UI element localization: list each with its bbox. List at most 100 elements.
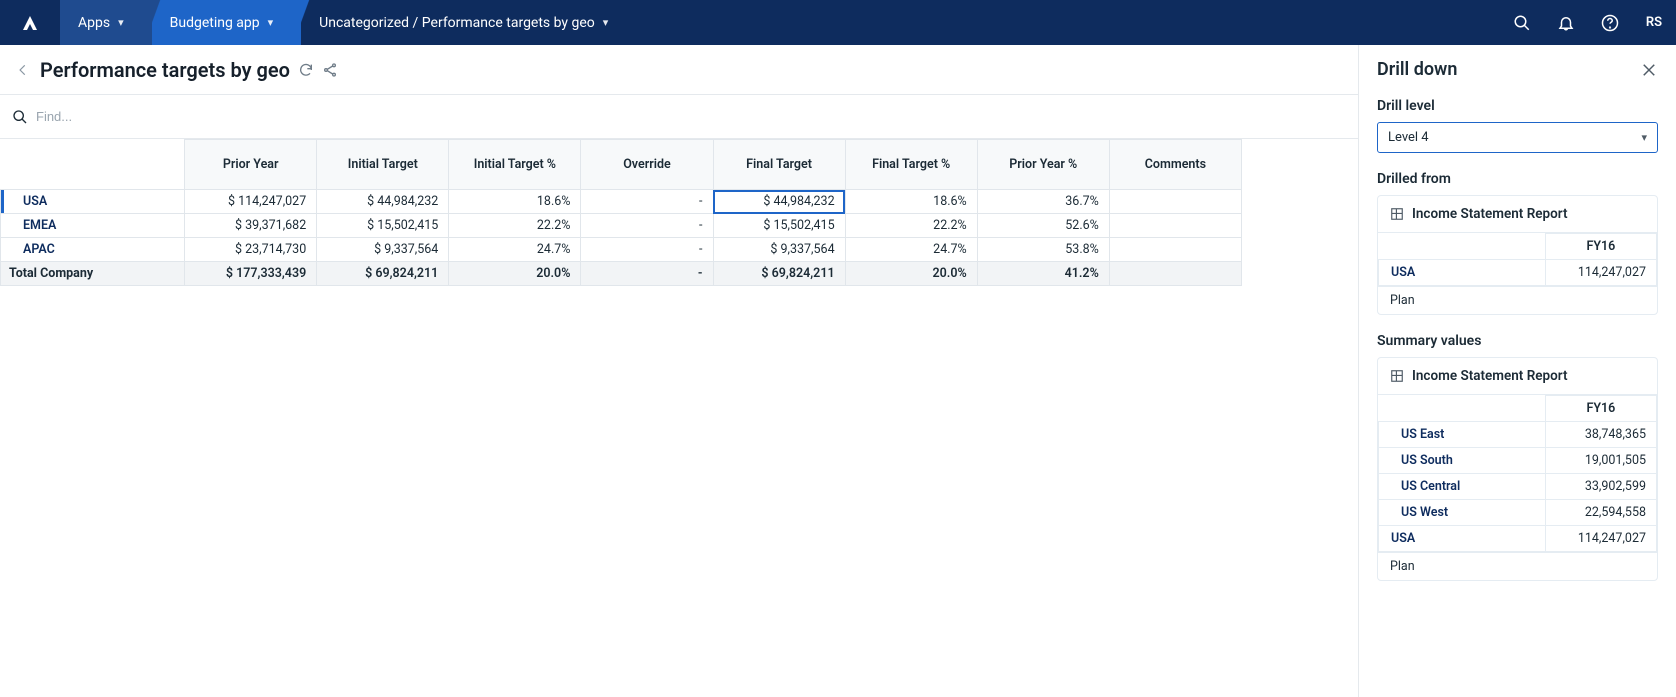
mini-total-value: 114,247,027 [1545, 526, 1656, 552]
refresh-icon[interactable] [298, 62, 314, 78]
panel-title: Drill down [1377, 59, 1457, 80]
cell[interactable]: 22.2% [845, 214, 977, 238]
cell[interactable]: $ 44,984,232 [317, 190, 449, 214]
cell[interactable] [1109, 238, 1241, 262]
page-title: Performance targets by geo [40, 58, 338, 82]
row-header[interactable]: EMEA [1, 214, 185, 238]
cell[interactable]: $ 69,824,211 [317, 262, 449, 286]
cell[interactable]: - [581, 190, 713, 214]
mini-row-value: 114,247,027 [1545, 260, 1656, 286]
cell[interactable]: 24.7% [449, 238, 581, 262]
notifications-icon[interactable] [1544, 0, 1588, 45]
drill-down-panel: Drill down Drill level Level 4 ▾ Drilled… [1358, 45, 1676, 697]
back-button[interactable] [16, 63, 30, 77]
cell[interactable]: 20.0% [449, 262, 581, 286]
chevron-down-icon: ▾ [603, 16, 609, 29]
mini-row-label: USA [1379, 260, 1546, 286]
grid-icon [1390, 369, 1404, 383]
mini-period: FY16 [1545, 396, 1656, 422]
column-header[interactable]: Override [581, 140, 713, 190]
close-icon[interactable] [1640, 61, 1658, 79]
cell[interactable]: $ 15,502,415 [713, 214, 845, 238]
cell[interactable] [1109, 214, 1241, 238]
summary-values-label: Summary values [1377, 333, 1658, 349]
drilled-from-label: Drilled from [1377, 171, 1658, 187]
nav-app-selected[interactable]: Budgeting app ▾ [152, 0, 302, 45]
chevron-down-icon: ▾ [1641, 131, 1647, 144]
drill-level-value: Level 4 [1388, 130, 1429, 145]
cell[interactable]: $ 44,984,232 [713, 190, 845, 214]
nav-breadcrumb[interactable]: Uncategorized / Performance targets by g… [301, 0, 636, 45]
mini-period: FY16 [1545, 234, 1656, 260]
column-header[interactable]: Initial Target % [449, 140, 581, 190]
cell[interactable] [1109, 190, 1241, 214]
mini-row-label: US East [1379, 422, 1546, 448]
cell[interactable]: 36.7% [977, 190, 1109, 214]
user-avatar[interactable]: RS [1632, 0, 1676, 45]
chevron-down-icon: ▾ [118, 16, 124, 29]
card-title-text: Income Statement Report [1412, 368, 1568, 384]
cell[interactable]: 18.6% [845, 190, 977, 214]
card-footer: Plan [1378, 286, 1657, 314]
summary-card: Income Statement Report FY16US East38,74… [1377, 357, 1658, 581]
cell[interactable]: 53.8% [977, 238, 1109, 262]
column-header[interactable]: Final Target % [845, 140, 977, 190]
cell[interactable]: $ 177,333,439 [185, 262, 317, 286]
nav-app-selected-label: Budgeting app [170, 15, 260, 31]
search-icon[interactable] [12, 109, 28, 125]
column-header[interactable]: Comments [1109, 140, 1241, 190]
cell[interactable]: 22.2% [449, 214, 581, 238]
card-title-text: Income Statement Report [1412, 206, 1568, 222]
cell[interactable]: - [581, 238, 713, 262]
mini-row-value: 19,001,505 [1545, 448, 1656, 474]
cell[interactable]: - [581, 214, 713, 238]
drill-level-label: Drill level [1377, 98, 1658, 114]
drill-level-select[interactable]: Level 4 ▾ [1377, 122, 1658, 153]
mini-row-value: 33,902,599 [1545, 474, 1656, 500]
top-navbar: Apps ▾ Budgeting app ▾ Uncategorized / P… [0, 0, 1676, 45]
app-logo[interactable] [0, 0, 60, 45]
nav-apps[interactable]: Apps ▾ [60, 0, 152, 45]
cell[interactable]: 24.7% [845, 238, 977, 262]
row-header[interactable]: APAC [1, 238, 185, 262]
mini-row-label: US South [1379, 448, 1546, 474]
cell[interactable]: 52.6% [977, 214, 1109, 238]
cell[interactable]: $ 9,337,564 [713, 238, 845, 262]
cell[interactable] [1109, 262, 1241, 286]
drilled-from-card: Income Statement Report FY16 USA 114,247… [1377, 195, 1658, 315]
row-header[interactable]: USA [1, 190, 185, 214]
grid-icon [1390, 207, 1404, 221]
mini-row-value: 38,748,365 [1545, 422, 1656, 448]
column-header[interactable]: Final Target [713, 140, 845, 190]
share-icon[interactable] [322, 62, 338, 78]
nav-apps-label: Apps [78, 15, 110, 31]
search-icon[interactable] [1500, 0, 1544, 45]
user-initials: RS [1646, 15, 1662, 30]
cell[interactable]: $ 23,714,730 [185, 238, 317, 262]
mini-total-label: USA [1379, 526, 1546, 552]
column-header[interactable]: Prior Year [185, 140, 317, 190]
help-icon[interactable] [1588, 0, 1632, 45]
mini-row-label: US Central [1379, 474, 1546, 500]
cell[interactable]: $ 39,371,682 [185, 214, 317, 238]
cell[interactable]: $ 69,824,211 [713, 262, 845, 286]
find-input[interactable] [36, 109, 236, 124]
mini-row-value: 22,594,558 [1545, 500, 1656, 526]
row-header[interactable]: Total Company [1, 262, 185, 286]
page-title-text: Performance targets by geo [40, 58, 290, 82]
card-title: Income Statement Report [1378, 358, 1657, 395]
chevron-down-icon: ▾ [268, 16, 274, 29]
cell[interactable]: $ 9,337,564 [317, 238, 449, 262]
column-header[interactable]: Prior Year % [977, 140, 1109, 190]
cell[interactable]: 41.2% [977, 262, 1109, 286]
mini-row-label: US West [1379, 500, 1546, 526]
nav-breadcrumb-label: Uncategorized / Performance targets by g… [319, 15, 595, 31]
column-header[interactable]: Initial Target [317, 140, 449, 190]
cell[interactable]: 18.6% [449, 190, 581, 214]
cell[interactable]: $ 114,247,027 [185, 190, 317, 214]
card-title: Income Statement Report [1378, 196, 1657, 233]
cell[interactable]: $ 15,502,415 [317, 214, 449, 238]
cell[interactable]: - [581, 262, 713, 286]
cell[interactable]: 20.0% [845, 262, 977, 286]
panel-title-row: Drill down [1377, 59, 1658, 80]
